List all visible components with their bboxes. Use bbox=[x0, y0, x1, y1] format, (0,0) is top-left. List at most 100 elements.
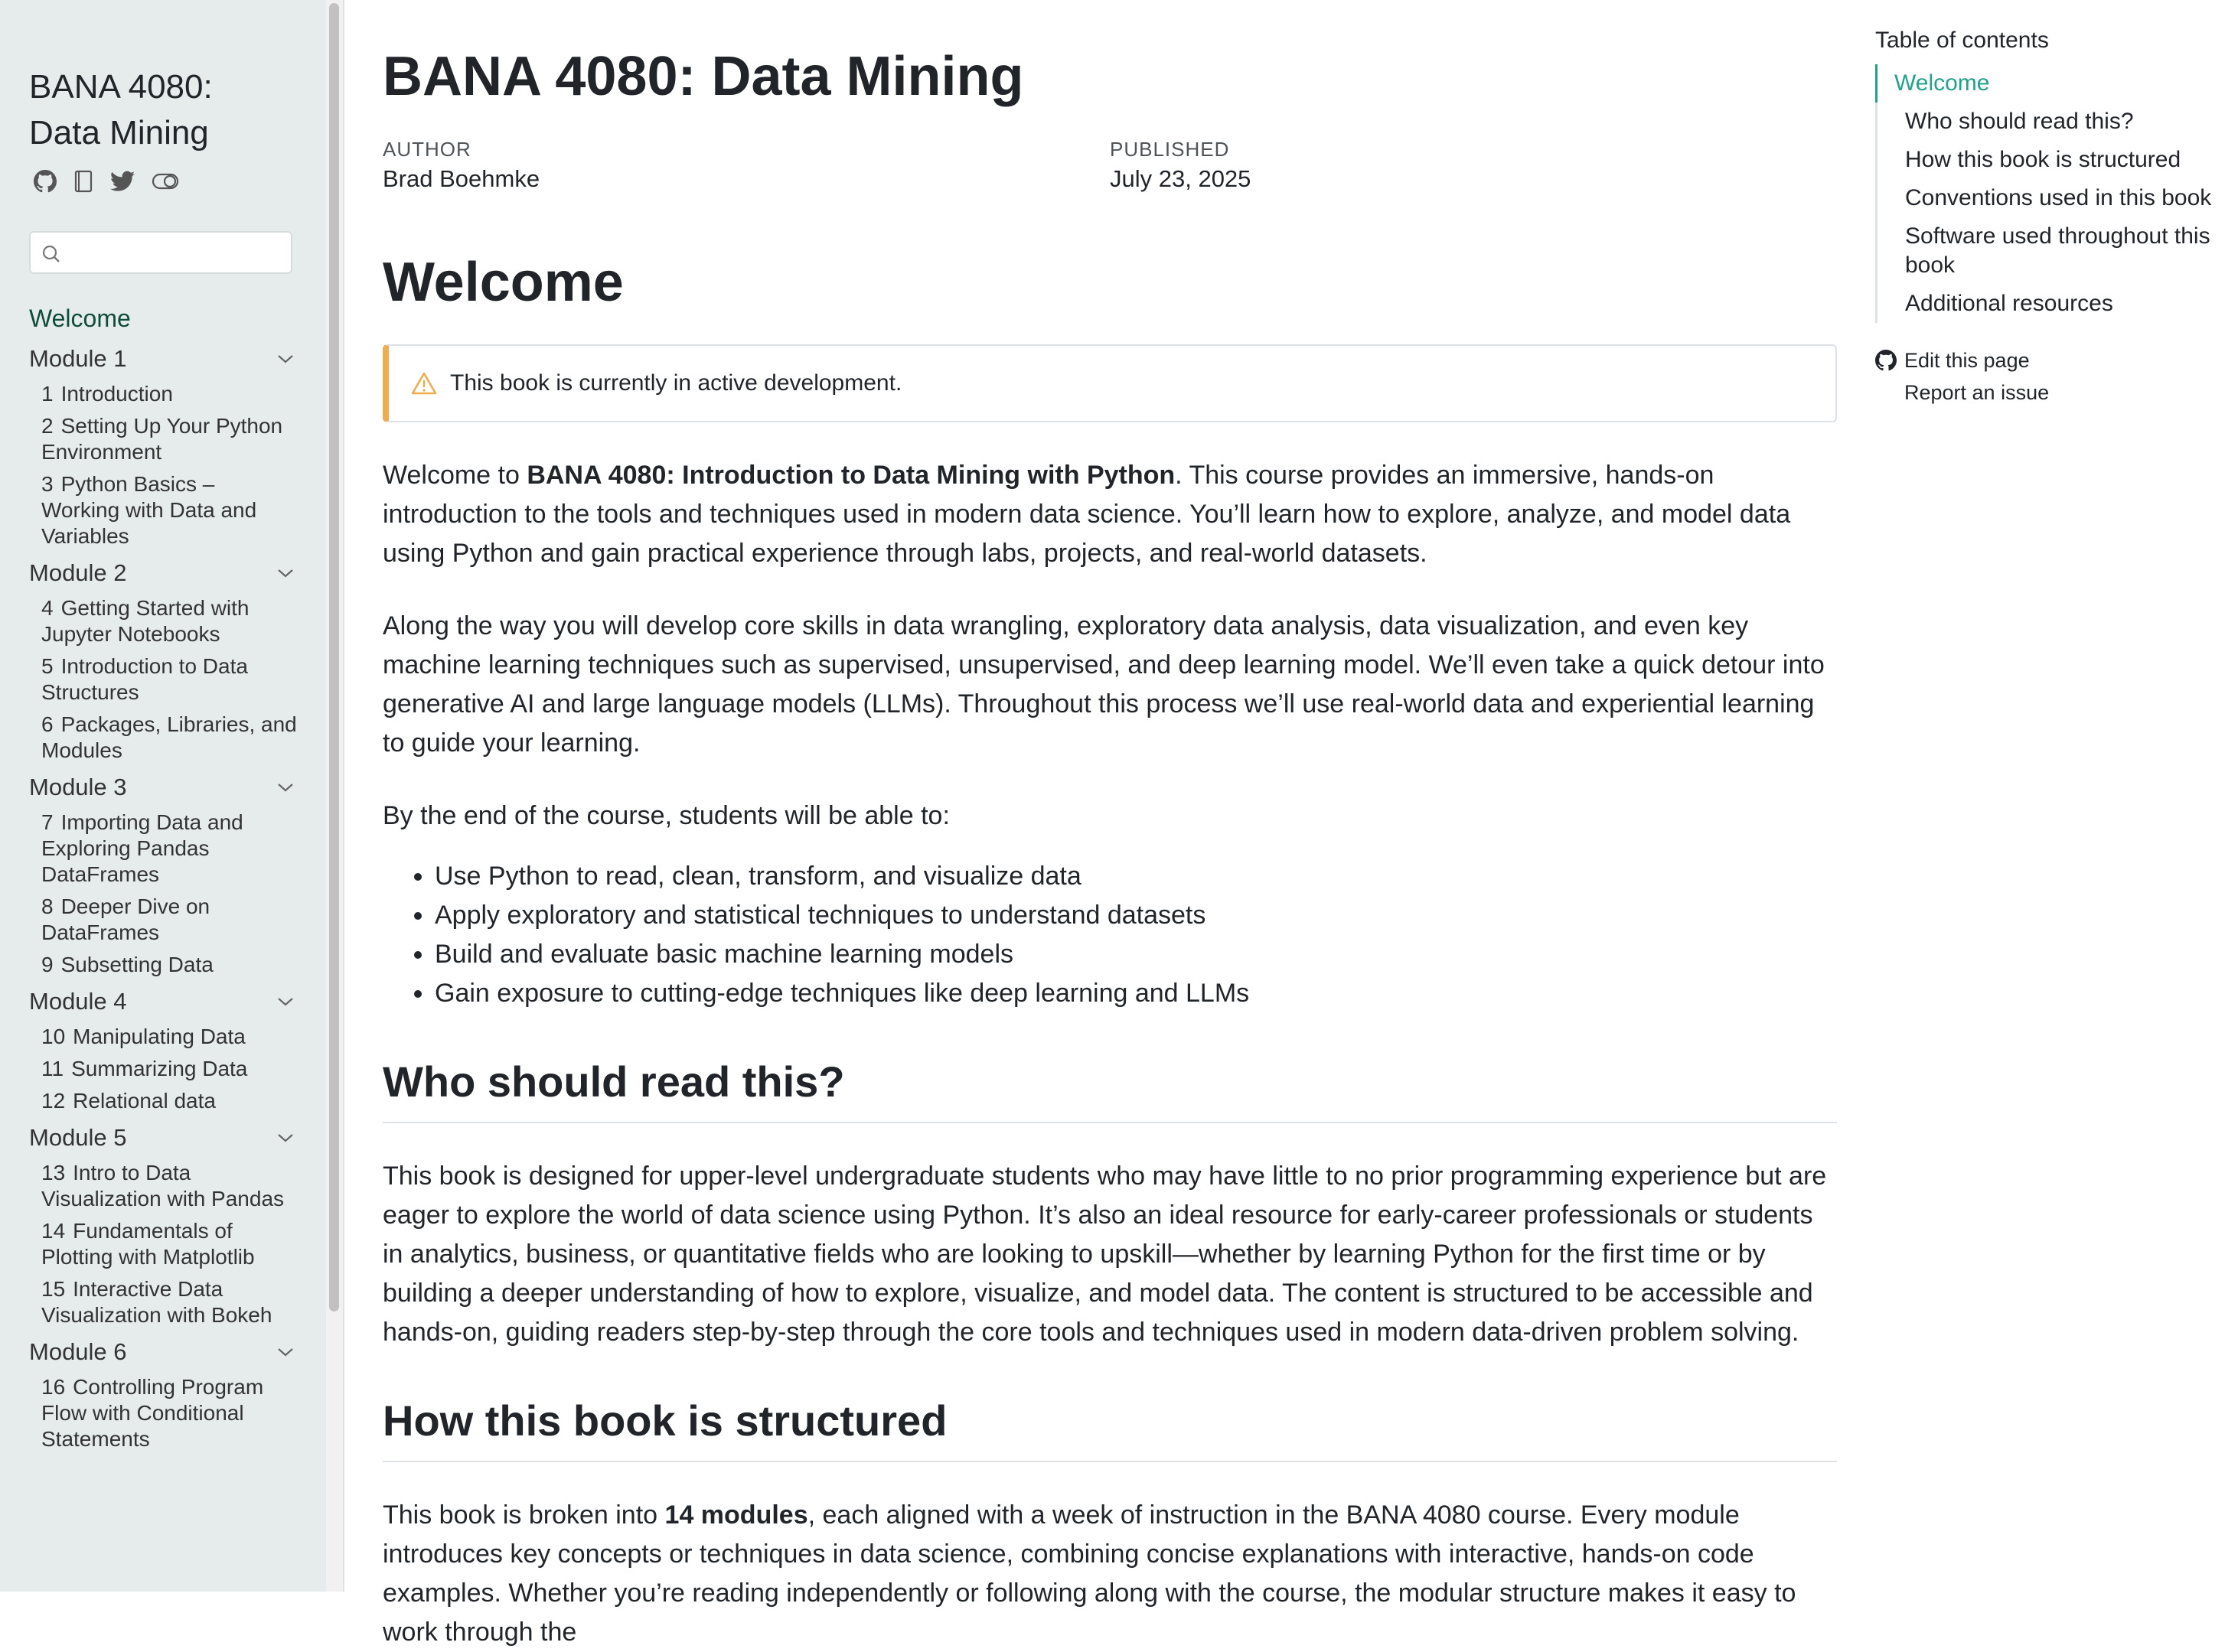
chapter-title: Interactive Data Visualization with Boke… bbox=[41, 1277, 272, 1327]
sidebar-module-5[interactable]: Module 5 bbox=[29, 1120, 297, 1155]
chevron-down-icon bbox=[278, 355, 293, 363]
chapter-number: 8 bbox=[41, 894, 54, 918]
chapter-title: Introduction to Data Structures bbox=[41, 654, 248, 704]
sidebar-scrollbar[interactable] bbox=[326, 0, 343, 1592]
toc-item-who-should-read[interactable]: Who should read this? bbox=[1878, 103, 2227, 141]
module-label: Module 1 bbox=[29, 345, 127, 372]
toc-list: Welcome Who should read this? How this b… bbox=[1875, 64, 2227, 323]
intro-course-name: BANA 4080: Introduction to Data Mining w… bbox=[527, 461, 1176, 490]
chapter-title: Deeper Dive on DataFrames bbox=[41, 894, 210, 944]
intro-paragraph: Welcome to BANA 4080: Introduction to Da… bbox=[383, 456, 1837, 573]
sidebar-item-chapter-2[interactable]: 2 Setting Up Your Python Environment bbox=[41, 413, 297, 465]
chevron-down-icon bbox=[278, 784, 293, 792]
list-item: Apply exploratory and statistical techni… bbox=[435, 896, 1837, 935]
toc-item-structure[interactable]: How this book is structured bbox=[1878, 141, 2227, 179]
twitter-icon[interactable] bbox=[110, 171, 135, 192]
toc-item-conventions[interactable]: Conventions used in this book bbox=[1878, 179, 2227, 217]
module-label: Module 3 bbox=[29, 774, 127, 800]
scrollbar-thumb[interactable] bbox=[329, 3, 339, 1311]
sidebar-modules: Module 1 1 Introduction 2 Setting Up Your Py… bbox=[29, 341, 297, 1452]
chapter-number: 5 bbox=[41, 654, 54, 678]
chapter-title: Summarizing Data bbox=[71, 1057, 248, 1080]
book-title[interactable]: BANA 4080: Data Mining bbox=[29, 64, 297, 156]
toc-item-welcome[interactable]: Welcome bbox=[1875, 64, 2227, 103]
chapter-title: Introduction bbox=[60, 382, 173, 406]
chapter-title: Fundamentals of Plotting with Matplotlib bbox=[41, 1219, 255, 1269]
search-input[interactable] bbox=[67, 239, 285, 268]
author-label: AUTHOR bbox=[383, 138, 471, 161]
chapter-number: 11 bbox=[41, 1057, 64, 1080]
outcomes-list: Use Python to read, clean, transform, an… bbox=[383, 857, 1837, 1013]
structure-paragraph: This book is broken into 14 modules, eac… bbox=[383, 1496, 1837, 1652]
warning-icon bbox=[411, 372, 437, 395]
module-label: Module 5 bbox=[29, 1124, 127, 1151]
published-label: PUBLISHED bbox=[1110, 138, 1230, 161]
module-label: Module 4 bbox=[29, 988, 127, 1015]
github-icon[interactable] bbox=[34, 170, 57, 193]
list-item: Build and evaluate basic machine learnin… bbox=[435, 935, 1837, 974]
sidebar-module-2[interactable]: Module 2 bbox=[29, 556, 297, 591]
chapter-number: 2 bbox=[41, 414, 54, 438]
sidebar-module-6[interactable]: Module 6 bbox=[29, 1334, 297, 1370]
chapter-number: 15 bbox=[41, 1277, 66, 1301]
sidebar-module-3[interactable]: Module 3 bbox=[29, 770, 297, 805]
search-icon bbox=[42, 245, 60, 262]
toc-item-resources[interactable]: Additional resources bbox=[1878, 285, 2227, 323]
toc-actions: Edit this page Report an issue bbox=[1875, 344, 2227, 409]
sidebar-item-chapter-1[interactable]: 1 Introduction bbox=[41, 381, 297, 407]
sidebar-item-chapter-12[interactable]: 12 Relational data bbox=[41, 1088, 297, 1114]
sidebar-item-chapter-9[interactable]: 9 Subsetting Data bbox=[41, 952, 297, 978]
sidebar-item-chapter-13[interactable]: 13 Intro to Data Visualization with Panda… bbox=[41, 1160, 297, 1212]
page-title: BANA 4080: Data Mining bbox=[383, 46, 1024, 107]
sidebar-item-chapter-11[interactable]: 11 Summarizing Data bbox=[41, 1056, 297, 1082]
sidebar-item-chapter-6[interactable]: 6 Packages, Libraries, and Modules bbox=[41, 712, 297, 764]
chapter-title: Packages, Libraries, and Modules bbox=[41, 712, 297, 762]
sidebar-tools bbox=[34, 170, 297, 193]
sidebar-item-chapter-5[interactable]: 5 Introduction to Data Structures bbox=[41, 653, 297, 705]
sidebar-item-chapter-3[interactable]: 3 Python Basics – Working with Data and V… bbox=[41, 471, 297, 549]
table-of-contents: Table of contents Welcome Who should rea… bbox=[1875, 23, 2227, 409]
chapter-title: Getting Started with Jupyter Notebooks bbox=[41, 596, 250, 646]
toc-item-software[interactable]: Software used throughout this book bbox=[1878, 217, 2227, 285]
chapter-number: 3 bbox=[41, 472, 54, 496]
sidebar: BANA 4080: Data Mining Welcome Module 1 1… bbox=[0, 0, 326, 1592]
edit-page-link[interactable]: Edit this page bbox=[1875, 344, 2227, 376]
sidebar-module-1[interactable]: Module 1 bbox=[29, 341, 297, 376]
main-content: BANA 4080: Data Mining AUTHOR Brad Boehm… bbox=[383, 0, 1837, 1652]
sidebar-item-chapter-8[interactable]: 8 Deeper Dive on DataFrames bbox=[41, 894, 297, 946]
book-title-line1: BANA 4080: bbox=[29, 68, 213, 106]
sidebar-nav: Welcome Module 1 1 Introduction 2 Setting Up… bbox=[29, 301, 297, 1452]
structure-text-pre: This book is broken into bbox=[383, 1500, 665, 1530]
toc-title: Table of contents bbox=[1875, 28, 2049, 53]
warning-callout: This book is currently in active develop… bbox=[383, 344, 1837, 422]
who-heading: Who should read this? bbox=[383, 1053, 1837, 1123]
sidebar-item-chapter-4[interactable]: 4 Getting Started with Jupyter Notebooks bbox=[41, 595, 297, 647]
chapter-title: Python Basics – Working with Data and Va… bbox=[41, 472, 257, 548]
notebook-icon[interactable] bbox=[73, 170, 93, 193]
sidebar-item-chapter-15[interactable]: 15 Interactive Data Visualization with Bo… bbox=[41, 1276, 297, 1328]
module-label: Module 2 bbox=[29, 559, 127, 586]
chevron-down-icon bbox=[278, 1348, 293, 1357]
report-issue-link[interactable]: Report an issue bbox=[1875, 376, 2227, 409]
chapter-number: 16 bbox=[41, 1375, 66, 1399]
search-box[interactable] bbox=[29, 231, 292, 274]
title-meta: AUTHOR Brad Boehmke PUBLISHED July 23, 2… bbox=[383, 136, 1837, 196]
sidebar-module-4[interactable]: Module 4 bbox=[29, 984, 297, 1019]
chapter-number: 9 bbox=[41, 953, 54, 976]
chevron-down-icon bbox=[278, 998, 293, 1006]
sidebar-item-chapter-7[interactable]: 7 Importing Data and Exploring Pandas Dat… bbox=[41, 810, 297, 888]
chapter-number: 12 bbox=[41, 1089, 66, 1113]
chapter-title: Manipulating Data bbox=[73, 1025, 246, 1048]
list-item: Gain exposure to cutting-edge techniques… bbox=[435, 974, 1837, 1013]
sidebar-item-chapter-16[interactable]: 16 Controlling Program Flow with Conditio… bbox=[41, 1374, 297, 1452]
sidebar-item-chapter-14[interactable]: 14 Fundamentals of Plotting with Matplotl… bbox=[41, 1218, 297, 1270]
structure-heading: How this book is structured bbox=[383, 1392, 1837, 1462]
toggle-icon[interactable] bbox=[152, 172, 179, 191]
sidebar-item-chapter-10[interactable]: 10 Manipulating Data bbox=[41, 1024, 297, 1050]
book-title-line2: Data Mining bbox=[29, 114, 209, 152]
who-paragraph: This book is designed for upper-level un… bbox=[383, 1162, 1827, 1347]
chapter-number: 1 bbox=[41, 382, 54, 406]
published-block: PUBLISHED July 23, 2025 bbox=[1110, 136, 1837, 196]
chapter-title: Subsetting Data bbox=[60, 953, 214, 976]
sidebar-item-welcome[interactable]: Welcome bbox=[29, 301, 297, 335]
